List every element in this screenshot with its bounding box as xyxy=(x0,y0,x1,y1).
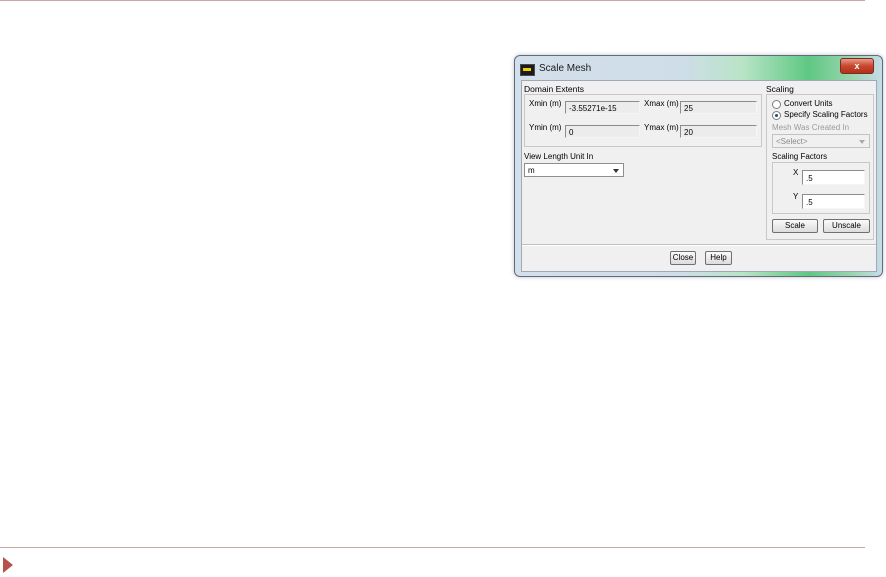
ymin-label: Ymin (m) xyxy=(529,123,562,132)
radio-selected-icon xyxy=(772,111,781,120)
y-factor-label: Y xyxy=(793,192,799,201)
xmax-field: 25 xyxy=(680,101,757,114)
view-length-value: m xyxy=(528,166,535,175)
view-length-label: View Length Unit In xyxy=(524,152,594,161)
view-length-select[interactable]: m xyxy=(524,163,624,177)
ymax-label: Ymax (m) xyxy=(644,123,679,132)
mesh-created-value: <Select> xyxy=(776,137,808,146)
scaling-title: Scaling xyxy=(766,84,794,94)
x-factor-label: X xyxy=(793,168,799,177)
chevron-down-icon xyxy=(613,169,619,173)
xmax-label: Xmax (m) xyxy=(644,99,679,108)
scaling-factors-group: X .5 Y .5 xyxy=(772,162,870,214)
chevron-down-icon xyxy=(859,140,865,144)
window-close-button[interactable]: x xyxy=(840,58,874,74)
scale-mesh-dialog: Scale Mesh x Domain Extents Xmin (m) -3.… xyxy=(514,55,883,277)
footer-divider-highlight xyxy=(522,245,876,246)
x-factor-input[interactable]: .5 xyxy=(802,170,865,185)
scaling-group: Convert Units Specify Scaling Factors Me… xyxy=(766,94,874,240)
close-button[interactable]: Close xyxy=(670,251,696,265)
specify-scaling-factors-label: Specify Scaling Factors xyxy=(784,110,868,119)
domain-extents-group: Xmin (m) -3.55271e-15 Xmax (m) 25 Ymin (… xyxy=(524,94,762,147)
play-triangle-icon xyxy=(3,557,13,573)
mesh-created-select[interactable]: <Select> xyxy=(772,134,870,148)
ymin-field: 0 xyxy=(565,125,640,138)
dialog-body: Domain Extents Xmin (m) -3.55271e-15 Xma… xyxy=(521,80,877,272)
y-factor-input[interactable]: .5 xyxy=(802,194,865,209)
xmin-field: -3.55271e-15 xyxy=(565,101,640,114)
scale-button[interactable]: Scale xyxy=(772,219,818,233)
ymax-field: 20 xyxy=(680,125,757,138)
title-bar[interactable]: Scale Mesh x xyxy=(515,56,882,80)
top-rule xyxy=(0,0,865,1)
mesh-created-label: Mesh Was Created In xyxy=(772,123,850,132)
convert-units-label: Convert Units xyxy=(784,99,833,108)
help-button[interactable]: Help xyxy=(705,251,732,265)
window-title: Scale Mesh xyxy=(539,63,592,74)
domain-extents-title: Domain Extents xyxy=(524,84,584,94)
app-icon xyxy=(520,64,535,76)
scaling-factors-title: Scaling Factors xyxy=(772,152,828,161)
bottom-rule xyxy=(0,547,865,548)
radio-icon xyxy=(772,100,781,109)
xmin-label: Xmin (m) xyxy=(529,99,562,108)
unscale-button[interactable]: Unscale xyxy=(823,219,870,233)
